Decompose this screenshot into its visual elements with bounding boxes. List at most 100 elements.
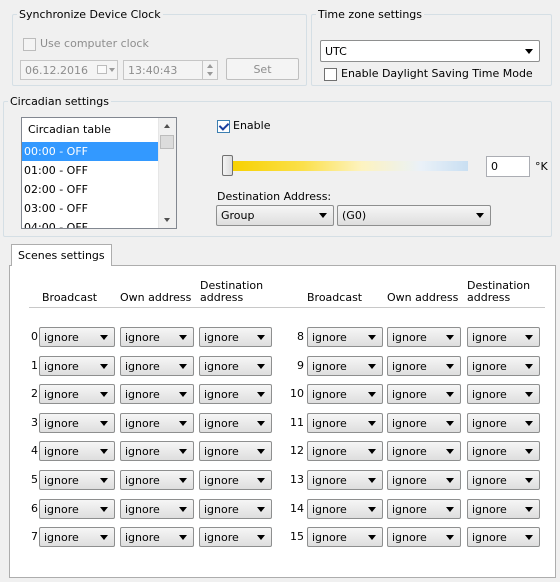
scene-own-select[interactable]: ignore [387, 527, 461, 547]
scene-own-value: ignore [125, 387, 160, 401]
scroll-thumb[interactable] [160, 135, 174, 149]
enable-checkbox[interactable] [217, 120, 230, 133]
chevron-down-icon [100, 507, 108, 512]
scene-broadcast-select[interactable]: ignore [307, 441, 383, 461]
scene-broadcast-value: ignore [312, 359, 347, 373]
chevron-down-icon [525, 507, 533, 512]
scene-own-select[interactable]: ignore [120, 499, 194, 519]
scene-broadcast-select[interactable]: ignore [39, 441, 115, 461]
scene-dest-select[interactable]: ignore [199, 384, 272, 404]
scene-own-select[interactable]: ignore [120, 384, 194, 404]
scene-dest-select[interactable]: ignore [199, 356, 272, 376]
scene-broadcast-value: ignore [44, 387, 79, 401]
scene-broadcast-select[interactable]: ignore [307, 499, 383, 519]
scene-dest-select[interactable]: ignore [467, 470, 540, 490]
circadian-scrollbar[interactable] [158, 118, 176, 228]
scene-own-select[interactable]: ignore [387, 441, 461, 461]
list-item[interactable]: 03:00 - OFF [22, 199, 160, 218]
header-dest-left-2: address [200, 291, 244, 304]
scene-dest-select[interactable]: ignore [467, 356, 540, 376]
kelvin-slider-thumb[interactable] [222, 155, 233, 176]
list-item[interactable]: 00:00 - OFF [22, 142, 160, 161]
chevron-down-icon [525, 535, 533, 540]
list-item[interactable]: 01:00 - OFF [22, 161, 160, 180]
scene-own-select[interactable]: ignore [120, 327, 194, 347]
scene-dest-value: ignore [472, 444, 507, 458]
scene-dest-select[interactable]: ignore [199, 441, 272, 461]
scene-dest-value: ignore [472, 416, 507, 430]
scene-broadcast-select[interactable]: ignore [39, 470, 115, 490]
scene-broadcast-select[interactable]: ignore [307, 413, 383, 433]
scene-broadcast-value: ignore [312, 473, 347, 487]
scene-broadcast-value: ignore [312, 444, 347, 458]
list-item[interactable]: 02:00 - OFF [22, 180, 160, 199]
scene-own-select[interactable]: ignore [387, 327, 461, 347]
scene-own-select[interactable]: ignore [387, 470, 461, 490]
scene-broadcast-select[interactable]: ignore [39, 527, 115, 547]
scene-dest-select[interactable]: ignore [467, 499, 540, 519]
kelvin-slider-track[interactable] [232, 161, 468, 171]
scene-broadcast-select[interactable]: ignore [39, 413, 115, 433]
tab-scenes-settings[interactable]: Scenes settings [11, 244, 112, 266]
timezone-legend: Time zone settings [318, 8, 423, 21]
time-spinner[interactable] [202, 61, 217, 79]
timezone-select[interactable]: UTC [320, 40, 540, 62]
scene-dest-select[interactable]: ignore [199, 499, 272, 519]
scene-dest-select[interactable]: ignore [467, 327, 540, 347]
scene-dest-select[interactable]: ignore [199, 413, 272, 433]
chevron-down-icon [368, 421, 376, 426]
scene-own-select[interactable]: ignore [387, 413, 461, 433]
scene-own-select[interactable]: ignore [120, 413, 194, 433]
destination-type-select[interactable]: Group [216, 205, 334, 226]
scene-own-select[interactable]: ignore [120, 356, 194, 376]
scene-dest-value: ignore [472, 387, 507, 401]
scene-broadcast-select[interactable]: ignore [307, 384, 383, 404]
scene-broadcast-select[interactable]: ignore [39, 499, 115, 519]
destination-address-label: Destination Address: [217, 190, 332, 203]
scene-dest-value: ignore [472, 359, 507, 373]
list-item[interactable]: 04:00 - OFF [22, 218, 160, 228]
scene-dest-select[interactable]: ignore [199, 327, 272, 347]
scroll-up-icon[interactable] [164, 124, 170, 128]
chevron-down-icon [179, 421, 187, 426]
kelvin-input[interactable]: 0 [486, 156, 530, 177]
destination-address-select[interactable]: (G0) [337, 205, 491, 226]
scene-own-select[interactable]: ignore [387, 384, 461, 404]
scene-dest-select[interactable]: ignore [467, 413, 540, 433]
dst-checkbox[interactable] [324, 68, 337, 81]
scene-dest-select[interactable]: ignore [199, 527, 272, 547]
chevron-down-icon[interactable] [109, 68, 115, 72]
circadian-table[interactable]: Circadian table 00:00 - OFF 01:00 - OFF … [21, 117, 177, 229]
scene-dest-select[interactable]: ignore [467, 527, 540, 547]
scene-broadcast-select[interactable]: ignore [307, 470, 383, 490]
set-button[interactable]: Set [226, 58, 299, 80]
date-picker[interactable]: 06.12.2016 [20, 60, 118, 80]
header-own-right: Own address [387, 291, 459, 304]
spin-down-icon[interactable] [207, 72, 213, 76]
scene-dest-select[interactable]: ignore [199, 470, 272, 490]
scene-broadcast-select[interactable]: ignore [307, 527, 383, 547]
scene-own-value: ignore [125, 330, 160, 344]
scene-dest-select[interactable]: ignore [467, 441, 540, 461]
scene-own-select[interactable]: ignore [120, 470, 194, 490]
chevron-down-icon [368, 478, 376, 483]
scene-broadcast-value: ignore [44, 330, 79, 344]
scene-dest-value: ignore [472, 530, 507, 544]
scene-own-value: ignore [392, 359, 427, 373]
scene-broadcast-select[interactable]: ignore [307, 356, 383, 376]
use-computer-clock-checkbox[interactable] [23, 38, 36, 51]
scene-own-select[interactable]: ignore [387, 499, 461, 519]
scene-broadcast-select[interactable]: ignore [39, 327, 115, 347]
scene-broadcast-select[interactable]: ignore [307, 327, 383, 347]
scene-own-select[interactable]: ignore [120, 527, 194, 547]
scene-broadcast-select[interactable]: ignore [39, 384, 115, 404]
spin-up-icon[interactable] [207, 64, 213, 68]
scene-dest-select[interactable]: ignore [467, 384, 540, 404]
scene-broadcast-select[interactable]: ignore [39, 356, 115, 376]
scene-own-select[interactable]: ignore [120, 441, 194, 461]
scroll-down-icon[interactable] [164, 218, 170, 222]
calendar-icon[interactable] [97, 65, 107, 74]
scene-own-select[interactable]: ignore [387, 356, 461, 376]
time-field[interactable]: 13:40:43 [123, 60, 218, 80]
chevron-down-icon [179, 507, 187, 512]
